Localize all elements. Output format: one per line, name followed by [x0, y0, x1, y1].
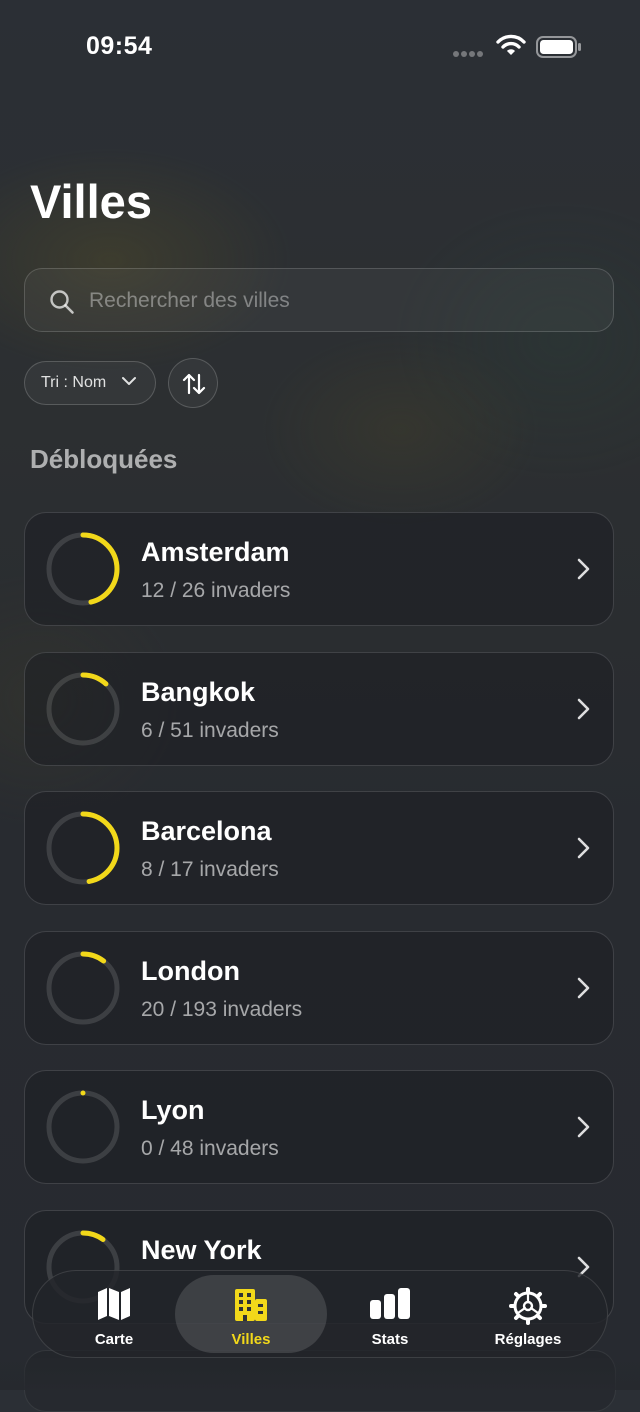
- city-row[interactable]: London 20 / 193 invaders: [24, 930, 614, 1045]
- city-name: Barcelona: [141, 816, 272, 847]
- tab-reglages[interactable]: Réglages: [453, 1275, 603, 1353]
- tab-carte[interactable]: Carte: [39, 1275, 189, 1353]
- city-name: Lyon: [141, 1095, 205, 1126]
- progress-ring: [46, 672, 120, 746]
- progress-ring: [46, 951, 120, 1025]
- city-name: New York: [141, 1235, 262, 1265]
- city-count: 12 / 26 invaders: [141, 579, 291, 602]
- cellular-signal-icon: [453, 51, 483, 57]
- search-input[interactable]: [87, 269, 591, 333]
- map-icon: [98, 1288, 130, 1320]
- progress-ring: [46, 811, 120, 885]
- city-row[interactable]: Amsterdam 12 / 26 invaders: [24, 512, 614, 626]
- section-header: Débloquées: [30, 444, 178, 474]
- tab-label: Stats: [371, 1331, 409, 1348]
- bar-chart-icon: [370, 1288, 410, 1319]
- city-count: 6 / 51 invaders: [141, 718, 279, 742]
- tab-villes[interactable]: Villes: [175, 1275, 327, 1353]
- city-name: London: [141, 955, 240, 986]
- battery-icon: [536, 36, 581, 58]
- city-row[interactable]: Barcelona 8 / 17 invaders: [24, 791, 614, 906]
- city-name: Amsterdam: [141, 537, 290, 567]
- status-time: 09:54: [86, 32, 153, 60]
- bottom-fade: [0, 1358, 640, 1390]
- chevron-right-icon: [577, 698, 590, 719]
- sort-label: Tri : Nom: [41, 374, 107, 391]
- tab-bar: Carte Villes Stats Réglages: [32, 1270, 608, 1358]
- chevron-right-icon: [577, 1117, 590, 1138]
- page-title: Villes: [30, 175, 152, 228]
- sort-dropdown[interactable]: Tri : Nom: [24, 361, 156, 405]
- city-count: 0 / 48 invaders: [141, 1137, 279, 1161]
- tab-label: Villes: [231, 1331, 271, 1348]
- city-count: 20 / 193 invaders: [141, 997, 303, 1021]
- status-bar: 09:54: [0, 0, 640, 94]
- tab-label: Carte: [94, 1331, 134, 1348]
- chevron-right-icon: [577, 558, 590, 580]
- city-name: Bangkok: [141, 676, 256, 707]
- city-row[interactable]: Bangkok 6 / 51 invaders: [24, 651, 614, 766]
- chevron-right-icon: [577, 837, 590, 859]
- city-count: 8 / 17 invaders: [141, 858, 279, 882]
- search-icon: [50, 290, 74, 314]
- search-bar[interactable]: [24, 268, 614, 333]
- chevron-right-icon: [577, 977, 590, 999]
- gear-icon: [509, 1287, 547, 1325]
- tab-stats[interactable]: Stats: [315, 1275, 465, 1353]
- buildings-icon: [235, 1289, 267, 1321]
- chevron-down-icon: [122, 377, 136, 385]
- tab-label: Réglages: [494, 1331, 562, 1348]
- sort-order-button[interactable]: [168, 358, 218, 408]
- progress-ring: [46, 1090, 120, 1164]
- progress-ring: [46, 532, 120, 606]
- sort-arrows-icon: [182, 373, 206, 395]
- city-row[interactable]: Lyon 0 / 48 invaders: [24, 1070, 614, 1185]
- wifi-icon: [496, 34, 526, 55]
